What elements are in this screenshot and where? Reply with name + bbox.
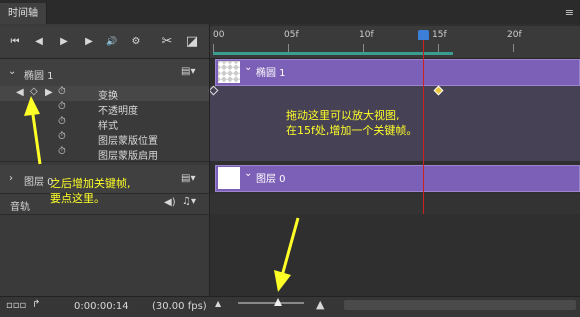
annotation-arrow-up (24, 96, 300, 292)
